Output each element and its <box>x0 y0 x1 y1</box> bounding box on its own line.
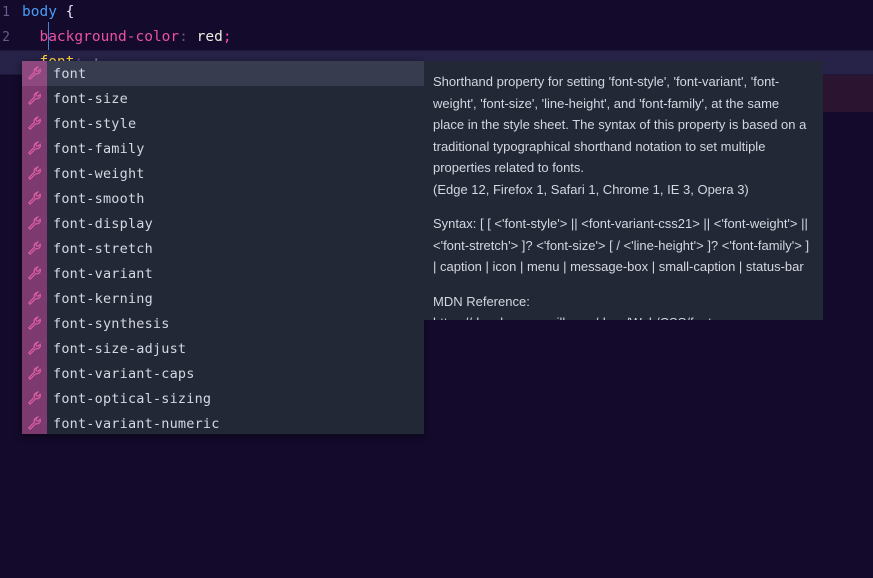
suggestion-item[interactable]: font <box>22 61 424 86</box>
documentation-panel: Shorthand property for setting 'font-sty… <box>424 61 823 320</box>
suggestion-item[interactable]: font-family <box>22 136 424 161</box>
property-wrench-icon <box>22 286 47 311</box>
property-wrench-icon <box>22 336 47 361</box>
suggestion-item[interactable]: font-variant <box>22 261 424 286</box>
suggestion-item[interactable]: font-smooth <box>22 186 424 211</box>
suggestion-item-label: font-variant <box>53 265 153 282</box>
suggestion-item-label: font-display <box>53 215 153 232</box>
property-wrench-icon <box>22 111 47 136</box>
code-token: { <box>65 4 75 20</box>
suggestion-item-label: font-variant-numeric <box>53 415 220 432</box>
doc-browser-support: (Edge 12, Firefox 1, Safari 1, Chrome 1,… <box>433 181 749 197</box>
doc-spacer <box>433 200 811 213</box>
suggestion-item-label: font-kerning <box>53 290 153 307</box>
property-wrench-icon <box>22 411 47 434</box>
suggestion-item-label: font-smooth <box>53 190 145 207</box>
line-number-gutter: 123 <box>0 0 22 578</box>
code-line[interactable]: body { <box>0 0 873 25</box>
suggestion-item[interactable]: font-size-adjust <box>22 336 424 361</box>
suggestion-item[interactable]: font-variant-caps <box>22 361 424 386</box>
code-token: background-color <box>39 29 180 45</box>
code-token: red <box>196 29 223 45</box>
suggestion-item-label: font-size <box>53 90 128 107</box>
doc-syntax: Syntax: [ [ <'font-style'> || <font-vari… <box>433 216 810 274</box>
property-wrench-icon <box>22 211 47 236</box>
suggestion-item[interactable]: font-style <box>22 111 424 136</box>
property-wrench-icon <box>22 261 47 286</box>
property-wrench-icon <box>22 386 47 411</box>
suggestion-item-label: font-size-adjust <box>53 340 187 357</box>
property-wrench-icon <box>22 161 47 186</box>
suggestion-list[interactable]: font font-size font-style font-family font-w… <box>22 61 424 434</box>
suggestion-item-label: font-family <box>53 140 145 157</box>
suggestion-item-label: font-optical-sizing <box>53 390 212 407</box>
suggestion-item[interactable]: font-kerning <box>22 286 424 311</box>
code-line-text: background-color: red; <box>0 29 232 45</box>
property-wrench-icon <box>22 136 47 161</box>
doc-description: Shorthand property for setting 'font-sty… <box>433 74 807 175</box>
suggestion-item-label: font <box>53 65 87 82</box>
suggestion-item-label: font-style <box>53 115 137 132</box>
doc-mdn-reference: MDN Reference: https://developer.mozilla… <box>433 293 712 321</box>
suggestion-item-label: font-synthesis <box>53 315 170 332</box>
suggestion-item[interactable]: font-display <box>22 211 424 236</box>
code-line[interactable]: background-color: red; <box>0 25 873 50</box>
suggestion-item[interactable]: font-weight <box>22 161 424 186</box>
property-wrench-icon <box>22 86 47 111</box>
property-wrench-icon <box>22 61 47 86</box>
suggestion-item[interactable]: font-stretch <box>22 236 424 261</box>
suggestion-item-label: font-stretch <box>53 240 153 257</box>
code-line-text: body { <box>0 4 74 20</box>
suggestion-item-label: font-variant-caps <box>53 365 195 382</box>
property-wrench-icon <box>22 311 47 336</box>
suggestion-item-label: font-weight <box>53 165 145 182</box>
code-token: body <box>22 4 57 20</box>
suggestion-item[interactable]: font-size <box>22 86 424 111</box>
property-wrench-icon <box>22 361 47 386</box>
property-wrench-icon <box>22 236 47 261</box>
editor-line-band <box>823 87 873 112</box>
code-token: : <box>179 29 188 45</box>
suggestion-item[interactable]: font-variant-numeric <box>22 411 424 434</box>
suggestion-item[interactable]: font-optical-sizing <box>22 386 424 411</box>
property-wrench-icon <box>22 186 47 211</box>
suggestion-item[interactable]: font-synthesis <box>22 311 424 336</box>
doc-spacer <box>433 278 811 291</box>
code-token: ; <box>222 29 232 45</box>
